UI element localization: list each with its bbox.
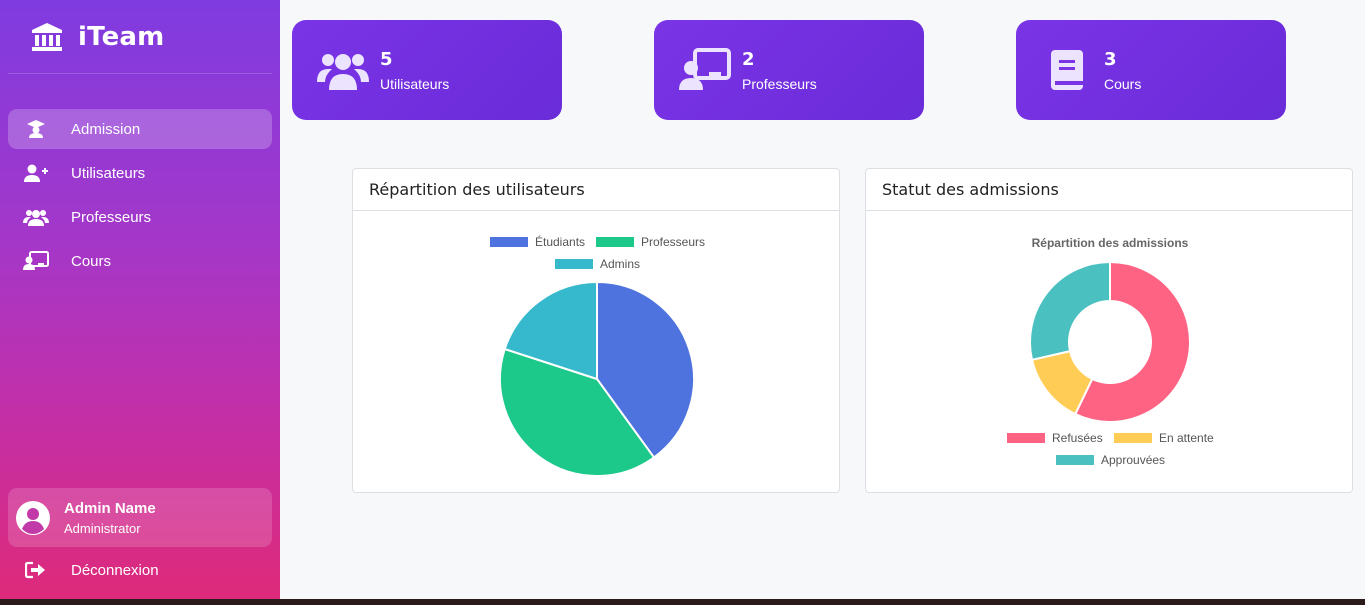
legend-swatch: [1056, 455, 1094, 465]
card-title: Statut des admissions: [866, 169, 1352, 211]
logout-label: Déconnexion: [71, 561, 159, 579]
user-plus-icon: [22, 162, 50, 184]
sidebar-item-cours[interactable]: Cours: [8, 241, 272, 281]
stat-label: Professeurs: [742, 75, 817, 92]
sidebar-item-label: Professeurs: [71, 208, 152, 226]
stat-value: 3: [1104, 48, 1117, 70]
users-icon: [316, 47, 370, 93]
sidebar-item-label: Admission: [71, 120, 141, 138]
logout-button[interactable]: Déconnexion: [8, 552, 272, 588]
stat-card-utilisateurs[interactable]: 5 Utilisateurs: [292, 20, 562, 120]
stat-value: 2: [742, 48, 755, 70]
admissions-doughnut-chart: Répartition des admissions Refusées En att…: [1007, 236, 1214, 467]
users-icon: [22, 206, 50, 228]
sidebar-nav: Admission Utilisateurs Professeurs Cours: [8, 109, 272, 285]
chart-title: Répartition des admissions: [1032, 236, 1189, 250]
sidebar-item-utilisateurs[interactable]: Utilisateurs: [8, 153, 272, 193]
sidebar: iTeam Admission Utilisateurs Professeurs…: [0, 0, 280, 599]
legend-swatch: [1114, 433, 1152, 443]
legend-swatch: [490, 237, 528, 247]
stat-label: Utilisateurs: [380, 75, 450, 92]
logout-icon: [22, 559, 50, 581]
sidebar-item-label: Cours: [71, 252, 112, 270]
sidebar-item-admission[interactable]: Admission: [8, 109, 272, 149]
legend-swatch: [1007, 433, 1045, 443]
chalkboard-teacher-icon: [678, 47, 732, 93]
legend-label[interactable]: En attente: [1159, 431, 1214, 445]
user-profile-card[interactable]: Admin Name Administrator: [8, 488, 272, 547]
card-title: Répartition des utilisateurs: [353, 169, 839, 211]
taskbar-strip: [0, 599, 1365, 605]
university-icon: [30, 20, 64, 54]
users-pie-chart: Étudiants ProfesseursAdmins: [490, 234, 705, 477]
avatar: [16, 500, 50, 535]
brand[interactable]: iTeam: [8, 0, 272, 74]
admissions-status-card: Statut des admissions Répartition des ad…: [865, 168, 1353, 493]
stat-card-professeurs[interactable]: 2 Professeurs: [654, 20, 924, 120]
chalkboard-icon: [22, 250, 50, 272]
book-icon: [1040, 47, 1094, 93]
user-name: Admin Name: [64, 499, 156, 517]
legend-label[interactable]: Approuvées: [1101, 453, 1165, 467]
app-title: iTeam: [78, 21, 165, 52]
stat-label: Cours: [1104, 75, 1142, 92]
stat-card-cours[interactable]: 3 Cours: [1016, 20, 1286, 120]
legend-label[interactable]: Professeurs: [641, 235, 705, 249]
stat-value: 5: [380, 48, 393, 70]
sidebar-item-label: Utilisateurs: [71, 164, 146, 182]
legend-swatch: [555, 259, 593, 269]
pie-slice-approuv-es[interactable]: [1029, 260, 1111, 361]
user-role: Administrator: [64, 520, 141, 536]
sidebar-item-professeurs[interactable]: Professeurs: [8, 197, 272, 237]
legend-swatch: [596, 237, 634, 247]
legend-label[interactable]: Admins: [600, 257, 640, 271]
legend-label[interactable]: Refusées: [1052, 431, 1103, 445]
users-distribution-card: Répartition des utilisateurs Étudiants Pr…: [352, 168, 840, 493]
legend-label[interactable]: Étudiants: [535, 234, 585, 249]
graduate-icon: [22, 118, 50, 140]
